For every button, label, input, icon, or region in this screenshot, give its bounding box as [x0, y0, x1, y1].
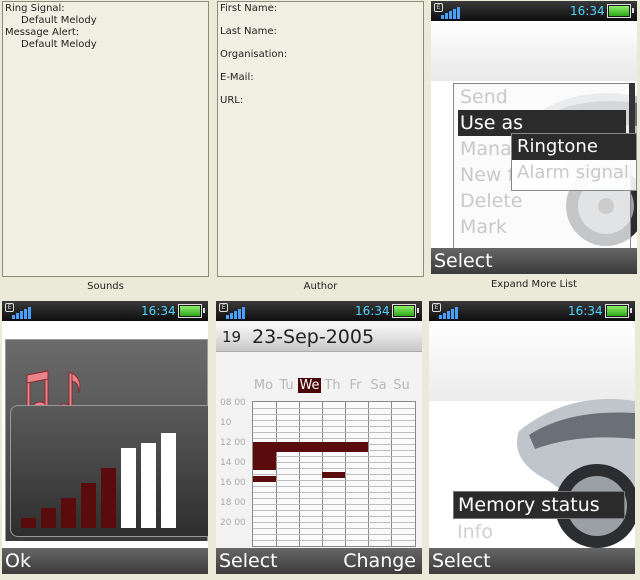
- weekday-tu: Tu: [279, 378, 294, 393]
- email-field[interactable]: E-Mail:: [220, 72, 421, 84]
- hour-label: 12 00: [220, 438, 246, 448]
- ring-signal-value[interactable]: Default Melody: [5, 15, 206, 27]
- volume-bar: [101, 468, 116, 528]
- menu-scrollbar[interactable]: [629, 83, 635, 133]
- first-name-field[interactable]: First Name:: [220, 3, 421, 15]
- hour-label: 18 00: [220, 498, 246, 508]
- softkey-bar: Select: [429, 548, 635, 574]
- volume-bar: [81, 483, 96, 528]
- hour-label: 16 00: [220, 478, 246, 488]
- weekday-sa: Sa: [370, 378, 387, 393]
- memory-status-item[interactable]: Memory status: [453, 491, 625, 519]
- softkey-select[interactable]: Select: [432, 548, 491, 574]
- signal-icon: E: [434, 3, 460, 19]
- hour-label: 14 00: [220, 458, 246, 468]
- battery-icon: [392, 304, 419, 318]
- status-bar: E 16:34: [216, 301, 422, 321]
- signal-icon: E: [219, 303, 245, 319]
- calendar-event[interactable]: [276, 442, 368, 452]
- expand-list-caption: Expand More List: [490, 279, 578, 290]
- hour-label: 08 00: [220, 398, 246, 408]
- weekday-we: We: [298, 378, 321, 393]
- use-as-submenu: Ringtone Alarm signal: [511, 133, 637, 191]
- memory-status-label: Memory status: [458, 494, 600, 516]
- memory-screen: E 16:34 Memory status Info Select: [429, 301, 635, 574]
- submenu-alarm-signal[interactable]: Alarm signal: [512, 160, 636, 186]
- battery-icon: [607, 4, 634, 18]
- info-item[interactable]: Info: [451, 519, 493, 545]
- volume-screen: E 16:34 Ok: [2, 301, 208, 574]
- softkey-change[interactable]: Change: [343, 548, 416, 574]
- softkey-select[interactable]: Select: [219, 548, 278, 574]
- sounds-panel: Ring Signal: Default Melody Message Aler…: [2, 1, 209, 277]
- menu-mark[interactable]: Mark: [454, 214, 630, 240]
- softkey-ok[interactable]: Ok: [5, 548, 31, 574]
- author-panel: First Name: Last Name: Organisation: E-M…: [217, 1, 424, 277]
- calendar-screen: E 16:34 19 23-Sep-2005 Mo Tu We Th Fr Sa Su 08…: [216, 301, 422, 574]
- status-bar: E 16:34: [2, 301, 208, 321]
- battery-icon: [605, 304, 632, 318]
- calendar-event[interactable]: [253, 442, 276, 470]
- message-alert-label: Message Alert:: [5, 27, 80, 38]
- status-bar: E 16:34: [429, 301, 635, 321]
- menu-delete[interactable]: Delete: [454, 188, 630, 214]
- signal-icon: E: [5, 303, 31, 319]
- url-field[interactable]: URL:: [220, 95, 421, 107]
- softkey-select[interactable]: Select: [434, 248, 493, 274]
- softkey-bar: Ok: [2, 548, 208, 574]
- hour-label: 20 00: [220, 518, 246, 528]
- softkey-bar: Select: [431, 248, 637, 274]
- menu-screen: E 16:34 Send Use as Manage New f Delete …: [431, 1, 637, 274]
- ring-signal-label: Ring Signal:: [5, 3, 65, 14]
- hour-labels: 08 00 10 12 00 14 00 16 00 18 00 20 00: [216, 398, 250, 543]
- volume-bar: [121, 448, 136, 528]
- menu-send[interactable]: Send: [454, 84, 630, 110]
- clock: 16:34: [141, 304, 176, 318]
- clock: 16:34: [570, 4, 605, 18]
- car-wallpaper-icon: [517, 399, 635, 548]
- battery-icon: [178, 304, 205, 318]
- volume-bar: [161, 433, 176, 528]
- weekday-row: Mo Tu We Th Fr Sa Su: [252, 378, 422, 398]
- status-bar: E 16:34: [431, 1, 637, 21]
- clock: 16:34: [568, 304, 603, 318]
- weekday-mo: Mo: [253, 378, 274, 393]
- organisation-field[interactable]: Organisation:: [220, 49, 421, 61]
- sounds-caption: Sounds: [87, 281, 124, 292]
- last-name-field[interactable]: Last Name:: [220, 26, 421, 38]
- clock: 16:34: [355, 304, 390, 318]
- weekday-fr: Fr: [349, 378, 362, 393]
- volume-bar: [61, 498, 76, 528]
- author-caption: Author: [303, 281, 338, 292]
- volume-level-panel[interactable]: [10, 405, 208, 537]
- weekday-su: Su: [393, 378, 410, 393]
- volume-bar: [21, 518, 36, 528]
- week-number: 19: [222, 328, 242, 346]
- calendar-header: 19 23-Sep-2005: [216, 323, 422, 352]
- submenu-ringtone[interactable]: Ringtone: [512, 134, 636, 160]
- calendar-event[interactable]: [322, 472, 345, 478]
- calendar-date: 23-Sep-2005: [252, 326, 375, 348]
- message-alert-value[interactable]: Default Melody: [5, 39, 206, 51]
- volume-bars: [21, 428, 191, 528]
- week-grid[interactable]: [252, 401, 416, 547]
- signal-icon: E: [432, 303, 458, 319]
- volume-bar: [141, 443, 156, 528]
- volume-bar: [41, 508, 56, 528]
- softkey-bar: Select Change: [216, 548, 422, 574]
- calendar-event[interactable]: [253, 476, 276, 482]
- hour-label: 10: [220, 418, 232, 428]
- weekday-th: Th: [324, 378, 341, 393]
